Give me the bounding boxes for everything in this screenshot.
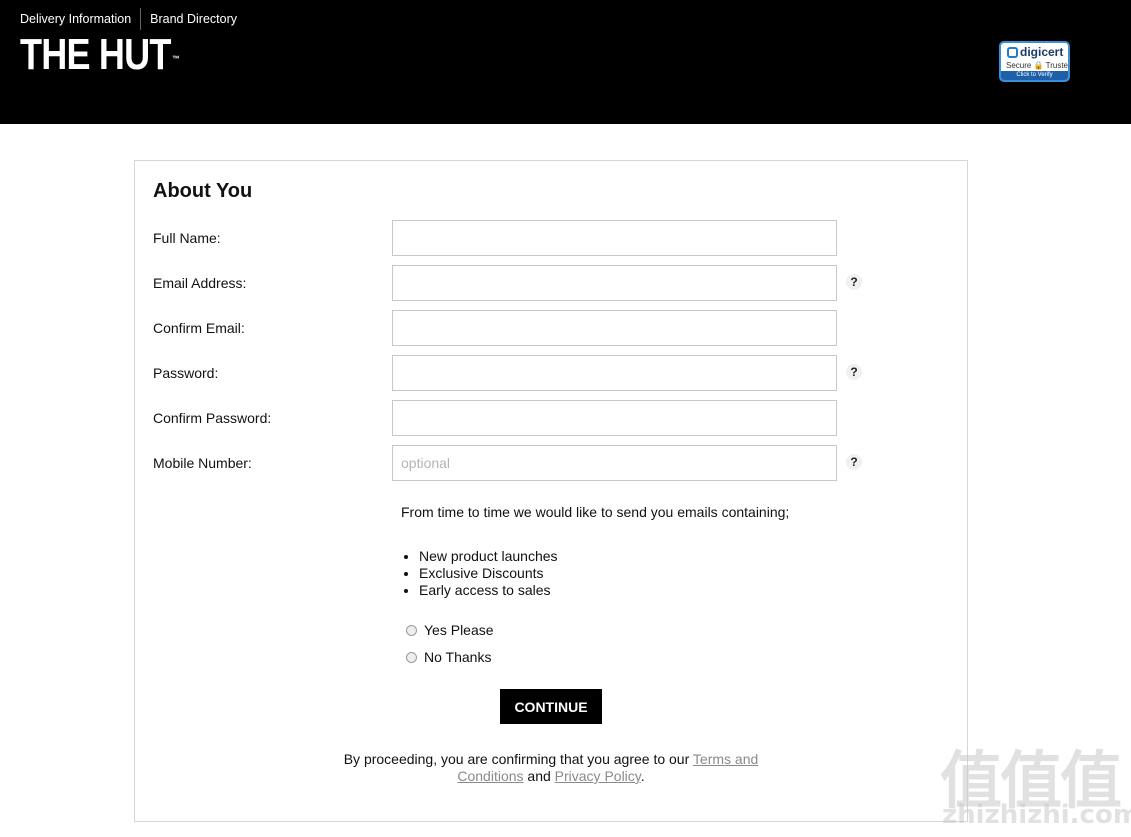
confirm-email-input[interactable] [392, 310, 837, 346]
no-thanks-option[interactable]: No Thanks [406, 649, 491, 665]
email-row: Email Address: ? [135, 265, 967, 301]
delivery-information-link[interactable]: Delivery Information [20, 11, 131, 27]
continue-button[interactable]: CONTINUE [500, 689, 602, 724]
yes-please-label: Yes Please [424, 622, 494, 638]
password-help-icon[interactable]: ? [846, 364, 862, 380]
site-header: Delivery Information Brand Directory THE… [0, 0, 1131, 124]
digicert-secure-text: Secure 🔒 Trusted [1006, 61, 1070, 70]
marketing-list: New product launches Exclusive Discounts… [401, 548, 558, 599]
legal-prefix: By proceeding, you are confirming that y… [343, 751, 693, 767]
marketing-item: Exclusive Discounts [419, 565, 558, 582]
logo-text: THE HUT [20, 30, 171, 79]
digicert-badge[interactable]: digicert Secure 🔒 Trusted Click to Verif… [999, 41, 1070, 82]
mobile-help-icon[interactable]: ? [846, 454, 862, 470]
password-label: Password: [153, 365, 219, 381]
mobile-number-row: Mobile Number: ? [135, 445, 967, 481]
password-row: Password: ? [135, 355, 967, 391]
marketing-item: New product launches [419, 548, 558, 565]
mobile-number-input[interactable] [392, 445, 837, 481]
site-logo[interactable]: THE HUT ™ [20, 30, 180, 80]
yes-please-radio[interactable] [406, 624, 417, 636]
password-input[interactable] [392, 355, 837, 391]
top-links: Delivery Information Brand Directory [20, 8, 237, 30]
trademark-symbol: ™ [172, 54, 180, 64]
link-divider [140, 8, 142, 30]
digicert-brand: digicert [1007, 45, 1063, 59]
no-thanks-label: No Thanks [424, 649, 492, 665]
no-thanks-radio[interactable] [406, 651, 417, 663]
about-you-form: About You Full Name: Email Address: ? Co… [134, 160, 968, 822]
legal-suffix: . [640, 768, 645, 784]
full-name-row: Full Name: [135, 220, 967, 256]
yes-please-option[interactable]: Yes Please [406, 622, 494, 638]
email-help-icon[interactable]: ? [846, 274, 862, 290]
confirm-password-row: Confirm Password: [135, 400, 967, 436]
confirm-email-row: Confirm Email: [135, 310, 967, 346]
privacy-policy-link[interactable]: Privacy Policy [555, 768, 641, 784]
mobile-number-label: Mobile Number: [153, 455, 252, 471]
confirm-password-input[interactable] [392, 400, 837, 436]
full-name-input[interactable] [392, 220, 837, 256]
watermark-url: zhizhizhi.com [942, 800, 1131, 830]
email-input[interactable] [392, 265, 837, 301]
digicert-brand-text: digicert [1020, 45, 1064, 59]
digicert-logo-icon [1007, 46, 1018, 58]
confirm-email-label: Confirm Email: [153, 320, 245, 336]
digicert-verify-text: Click to Verify [1001, 71, 1068, 80]
email-label: Email Address: [153, 275, 247, 291]
confirm-password-label: Confirm Password: [153, 410, 272, 426]
marketing-intro: From time to time we would like to send … [401, 504, 790, 520]
form-title: About You [153, 180, 253, 202]
brand-directory-link[interactable]: Brand Directory [150, 11, 237, 27]
legal-and: and [523, 768, 555, 784]
marketing-item: Early access to sales [419, 582, 558, 599]
full-name-label: Full Name: [153, 230, 221, 246]
legal-notice: By proceeding, you are confirming that y… [335, 751, 767, 785]
